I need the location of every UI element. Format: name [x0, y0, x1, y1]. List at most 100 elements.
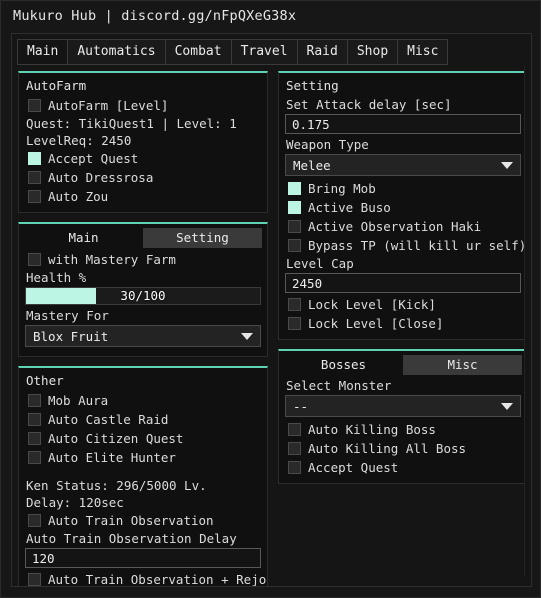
- checkbox-auto-castle-raid[interactable]: Auto Castle Raid: [24, 410, 262, 429]
- subtab-mastery-setting[interactable]: Setting: [143, 228, 262, 248]
- window-body: Main Automatics Combat Travel Raid Shop …: [11, 33, 532, 587]
- tab-travel[interactable]: Travel: [230, 39, 297, 65]
- bosses-subtabbar[interactable]: Bosses Misc: [284, 355, 522, 375]
- subtab-misc[interactable]: Misc: [403, 355, 522, 375]
- level-req-text: LevelReq: 2450: [26, 133, 132, 148]
- chevron-down-icon: [501, 161, 513, 169]
- panel-mastery: Main Setting with Mastery Farm Health % …: [18, 222, 268, 357]
- attack-delay-input[interactable]: [285, 114, 521, 134]
- right-column: Setting Set Attack delay [sec] Weapon Ty…: [278, 71, 528, 484]
- checkbox-auto-killing-boss[interactable]: Auto Killing Boss: [284, 420, 522, 439]
- checkbox-label: Mob Aura: [48, 392, 109, 408]
- content-columns: AutoFarm AutoFarm [Level] Quest: TikiQue…: [12, 65, 531, 586]
- auto-train-delay-input[interactable]: [25, 548, 261, 568]
- weapon-type-dropdown[interactable]: Melee: [285, 154, 521, 176]
- checkbox-label: Accept Quest: [48, 150, 139, 166]
- select-monster-label: Select Monster: [286, 378, 392, 393]
- setting-title: Setting: [286, 78, 339, 93]
- checkbox-label: Auto Train Observation: [48, 512, 214, 528]
- panel-setting: Setting Set Attack delay [sec] Weapon Ty…: [278, 71, 528, 340]
- attack-delay-label: Set Attack delay [sec]: [286, 97, 452, 112]
- tab-automatics[interactable]: Automatics: [67, 39, 165, 65]
- checkbox-auto-elite-hunter[interactable]: Auto Elite Hunter: [24, 448, 262, 467]
- panel-bosses: Bosses Misc Select Monster -- Auto Killi…: [278, 349, 528, 484]
- checkbox-bypass-tp[interactable]: Bypass TP (will kill ur self): [284, 236, 526, 255]
- checkbox-label: Lock Level [Close]: [308, 315, 444, 331]
- panel-other: Other Mob Aura Auto Castle Raid Auto Cit…: [18, 366, 268, 586]
- checkbox-label: Bring Mob: [308, 180, 376, 196]
- checkbox-active-observation-haki[interactable]: Active Observation Haki: [284, 217, 522, 236]
- checkbox-bring-mob[interactable]: Bring Mob: [284, 179, 522, 198]
- ken-delay-text: Delay: 120sec: [26, 495, 124, 510]
- health-slider[interactable]: 30/100: [25, 287, 261, 305]
- select-monster-value: --: [293, 398, 309, 414]
- tab-raid[interactable]: Raid: [296, 39, 347, 65]
- checkbox-label: Auto Killing Boss: [308, 421, 436, 437]
- chevron-down-icon: [501, 402, 513, 410]
- checkbox-label: Auto Train Observation + Rejoin: [48, 571, 268, 587]
- checkbox-box-icon: [288, 201, 301, 214]
- level-cap-label: Level Cap: [286, 256, 354, 271]
- subtab-bosses[interactable]: Bosses: [284, 355, 403, 375]
- checkbox-auto-zou[interactable]: Auto Zou: [24, 187, 262, 206]
- mastery-subtabbar[interactable]: Main Setting: [24, 228, 262, 248]
- checkbox-box-icon: [288, 182, 301, 195]
- checkbox-bosses-accept-quest[interactable]: Accept Quest: [284, 458, 522, 477]
- tab-misc[interactable]: Misc: [397, 39, 449, 65]
- checkbox-label: with Mastery Farm: [48, 251, 176, 267]
- checkbox-box-icon: [28, 432, 41, 445]
- checkbox-accept-quest[interactable]: Accept Quest: [24, 149, 262, 168]
- mastery-for-label: Mastery For: [26, 308, 109, 323]
- panel-autofarm: AutoFarm AutoFarm [Level] Quest: TikiQue…: [18, 71, 268, 213]
- checkbox-lock-level-kick[interactable]: Lock Level [Kick]: [284, 295, 522, 314]
- checkbox-box-icon: [28, 394, 41, 407]
- checkbox-box-icon: [28, 152, 41, 165]
- checkbox-mob-aura[interactable]: Mob Aura: [24, 391, 262, 410]
- checkbox-autofarm-level[interactable]: AutoFarm [Level]: [24, 96, 262, 115]
- mastery-for-value: Blox Fruit: [33, 328, 109, 344]
- checkbox-active-buso[interactable]: Active Buso: [284, 198, 522, 217]
- checkbox-label: Accept Quest: [308, 459, 399, 475]
- vertical-scrollbar[interactable]: [524, 66, 530, 576]
- checkbox-with-mastery-farm[interactable]: with Mastery Farm: [24, 250, 262, 269]
- checkbox-label: AutoFarm [Level]: [48, 97, 169, 113]
- checkbox-auto-train-observation-rejoin[interactable]: Auto Train Observation + Rejoin: [24, 570, 267, 586]
- checkbox-label: Auto Dressrosa: [48, 169, 154, 185]
- other-title: Other: [26, 373, 64, 388]
- subtab-mastery-main[interactable]: Main: [24, 228, 143, 248]
- health-label: Health %: [26, 270, 87, 285]
- checkbox-box-icon: [288, 317, 301, 330]
- tab-shop[interactable]: Shop: [346, 39, 398, 65]
- checkbox-auto-killing-all-boss[interactable]: Auto Killing All Boss: [284, 439, 522, 458]
- checkbox-box-icon: [28, 573, 41, 586]
- level-cap-input[interactable]: [285, 273, 521, 293]
- weapon-type-label: Weapon Type: [286, 137, 369, 152]
- checkbox-label: Auto Citizen Quest: [48, 430, 184, 446]
- checkbox-label: Auto Elite Hunter: [48, 449, 176, 465]
- checkbox-auto-train-observation[interactable]: Auto Train Observation: [24, 511, 262, 530]
- autofarm-title: AutoFarm: [26, 78, 87, 93]
- auto-train-delay-label: Auto Train Observation Delay: [26, 531, 237, 546]
- main-tabbar[interactable]: Main Automatics Combat Travel Raid Shop …: [17, 39, 526, 65]
- checkbox-box-icon: [28, 99, 41, 112]
- health-slider-value: 30/100: [120, 288, 166, 303]
- checkbox-box-icon: [288, 461, 301, 474]
- tab-main[interactable]: Main: [17, 39, 68, 65]
- left-column: AutoFarm AutoFarm [Level] Quest: TikiQue…: [18, 71, 268, 586]
- checkbox-box-icon: [28, 190, 41, 203]
- checkbox-auto-citizen-quest[interactable]: Auto Citizen Quest: [24, 429, 262, 448]
- chevron-down-icon: [241, 332, 253, 340]
- checkbox-label: Auto Zou: [48, 188, 109, 204]
- quest-status-text: Quest: TikiQuest1 | Level: 1: [26, 116, 237, 131]
- tab-combat[interactable]: Combat: [164, 39, 231, 65]
- checkbox-auto-dressrosa[interactable]: Auto Dressrosa: [24, 168, 262, 187]
- select-monster-dropdown[interactable]: --: [285, 395, 521, 417]
- weapon-type-value: Melee: [293, 157, 331, 173]
- checkbox-label: Active Observation Haki: [308, 218, 482, 234]
- checkbox-label: Auto Castle Raid: [48, 411, 169, 427]
- mastery-for-dropdown[interactable]: Blox Fruit: [25, 325, 261, 347]
- checkbox-label: Lock Level [Kick]: [308, 296, 436, 312]
- ken-status-text: Ken Status: 296/5000 Lv.: [26, 478, 207, 493]
- checkbox-box-icon: [288, 239, 301, 252]
- checkbox-lock-level-close[interactable]: Lock Level [Close]: [284, 314, 522, 333]
